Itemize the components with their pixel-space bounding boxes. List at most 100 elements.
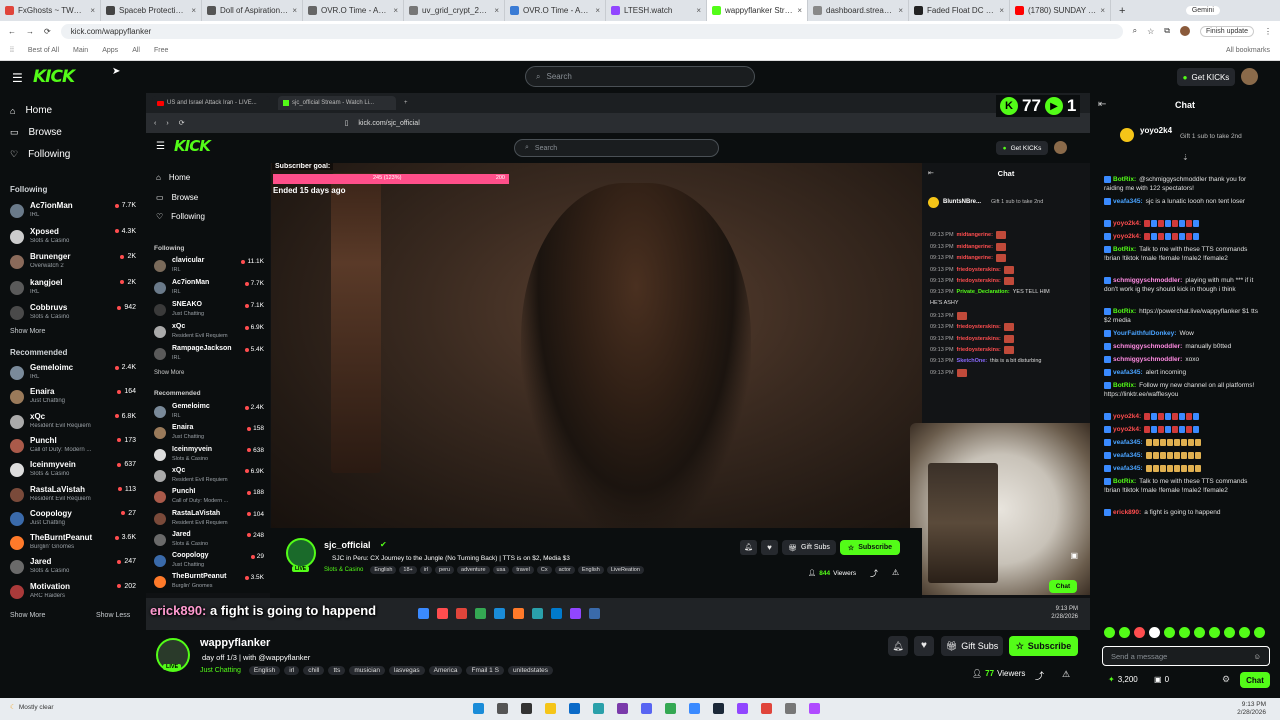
bookmark-item[interactable]: Best of All [28, 47, 59, 54]
bookmark-item[interactable]: Apps [102, 47, 118, 54]
following-channel-item[interactable]: Xposed Slots & Casino 4.3K [10, 227, 136, 249]
menu-icon[interactable]: ⋮ [1264, 27, 1272, 36]
tab-close-icon[interactable]: × [90, 6, 95, 15]
channel-tag[interactable]: lasvegas [388, 666, 425, 675]
recommended-channel-item[interactable]: Jared Slots & Casino 247 [10, 557, 136, 579]
chat-message-user[interactable]: BotRix: [1113, 176, 1136, 183]
chat-message-user[interactable]: veafa345: [1113, 465, 1143, 472]
chat-message-user[interactable]: erick890: [1113, 509, 1141, 516]
channel-tag[interactable]: America [428, 666, 463, 675]
profile-icon[interactable] [1179, 26, 1190, 36]
inner-following-channel-item[interactable]: SNEAKO Just Chatting 7.1K [154, 301, 264, 321]
browser-tab[interactable]: Doll of Aspiration Fu... × [202, 0, 303, 21]
tab-close-icon[interactable]: × [393, 6, 398, 15]
recommended-channel-item[interactable]: Enaira Just Chatting 164 [10, 387, 136, 409]
tab-close-icon[interactable]: × [999, 6, 1004, 15]
inner-recommended-channel-item[interactable]: RastaLaVistah Resident Evil Requiem 104 [154, 510, 264, 530]
reload-icon[interactable]: ⟳ [44, 27, 51, 36]
inner-following-channel-item[interactable]: RampageJackson IRL 5.4K [154, 345, 264, 365]
bookmark-item[interactable]: All [132, 47, 140, 54]
stream-video-player[interactable]: US and Israel Attack Iran - LIVE... sjc_… [146, 93, 1090, 630]
emote-6-icon[interactable] [1179, 627, 1190, 638]
get-kicks-button[interactable]: ● Get KICKs [1177, 68, 1235, 86]
chat-message-user[interactable]: schmiggyschmoddler: [1113, 277, 1182, 284]
zoom-icon[interactable]: ⌕ [1133, 26, 1137, 36]
new-tab-button[interactable]: + [1111, 5, 1133, 17]
following-channel-item[interactable]: Cobbruvs Slots & Casino 942 [10, 303, 136, 325]
emote-9-icon[interactable] [1224, 627, 1235, 638]
report-icon[interactable]: ⚠ [1062, 669, 1070, 680]
notification-bell-icon[interactable]: 🔔︎ [888, 636, 908, 656]
chat-message-user[interactable]: BotRix: [1113, 478, 1136, 485]
show-more-following[interactable]: Show More [10, 328, 45, 335]
chat-message-user[interactable]: YourFaithfulDonkey: [1113, 330, 1176, 337]
finish-update-button[interactable]: Finish update [1199, 25, 1254, 37]
browser-tab[interactable]: (1780) SUNDAY CH... × [1010, 0, 1111, 21]
channel-tag[interactable]: tts [328, 666, 346, 675]
browser-tab[interactable]: OVR.O Time - Aquarium... × [303, 0, 404, 21]
inner-recommended-channel-item[interactable]: xQc Resident Evil Requiem 6.9K [154, 467, 264, 487]
tab-close-icon[interactable]: × [494, 6, 499, 15]
recommended-channel-item[interactable]: RastaLaVistah Resident Evil Requiem 113 [10, 485, 136, 507]
bookmark-star-icon[interactable]: ☆ [1147, 27, 1154, 36]
emote-10-icon[interactable] [1239, 627, 1250, 638]
channel-tag[interactable]: musician [349, 666, 385, 675]
apps-icon[interactable]: ⁞⁞ [10, 47, 14, 54]
browser-tab[interactable]: FxGhosts ~ TWC L... × [0, 0, 101, 21]
recommended-channel-item[interactable]: xQc Resident Evil Requiem 6.8K [10, 412, 136, 434]
tab-close-icon[interactable]: × [898, 6, 903, 15]
chrome-icon[interactable] [665, 703, 676, 714]
tab-close-icon[interactable]: × [696, 6, 701, 15]
browser-tab[interactable]: uv_grid_crypt_2DEE3...× [404, 0, 505, 21]
emote-3-icon[interactable] [1134, 627, 1145, 638]
chat-message-user[interactable]: veafa345: [1113, 439, 1143, 446]
subscribe-button[interactable]: ☆ Subscribe [1009, 636, 1078, 656]
app-purple-icon[interactable] [737, 703, 748, 714]
chat-send-button[interactable]: Chat [1240, 672, 1270, 688]
tab-close-icon[interactable]: × [292, 6, 297, 15]
inner-recommended-channel-item[interactable]: TheBurntPeanut Burglin' Gnomes 3.5K [154, 573, 264, 593]
tab-close-icon[interactable]: × [191, 6, 196, 15]
chat-message-user[interactable]: veafa345: [1113, 198, 1143, 205]
bookmark-item[interactable]: Main [73, 47, 88, 54]
recommended-channel-item[interactable]: Gemeloimc IRL 2.4K [10, 363, 136, 385]
channel-tag[interactable]: irl [284, 666, 300, 675]
hamburger-menu-icon[interactable]: ☰ [12, 71, 23, 85]
emote-11-icon[interactable] [1254, 627, 1265, 638]
chat-settings-icon[interactable]: ⚙ [1222, 674, 1230, 685]
follow-heart-icon[interactable]: ♥ [914, 636, 934, 656]
emote-8-icon[interactable] [1209, 627, 1220, 638]
channel-tag[interactable]: English [248, 666, 281, 675]
recommended-channel-item[interactable]: Motivation ARC Raiders 202 [10, 582, 136, 604]
channel-tag[interactable]: chill [303, 666, 325, 675]
chat-message-user[interactable]: yoyo2k4: [1113, 220, 1141, 227]
browser-tab[interactable]: wappyflanker Stream × [707, 0, 808, 21]
all-bookmarks-button[interactable]: All bookmarks [1226, 47, 1270, 54]
calculator-icon[interactable] [689, 703, 700, 714]
store-icon[interactable] [569, 703, 580, 714]
inner-recommended-channel-item[interactable]: Iceinmyvein Slots & Casino 638 [154, 446, 264, 466]
inner-recommended-channel-item[interactable]: Jared Slots & Casino 248 [154, 531, 264, 551]
emoji-icon[interactable]: ☺ [1253, 652, 1261, 661]
channel-name[interactable]: wappyflanker [200, 637, 270, 649]
terminal-icon[interactable] [521, 703, 532, 714]
chat-message-user[interactable]: yoyo2k4: [1113, 426, 1141, 433]
tab-close-icon[interactable]: × [797, 6, 802, 15]
forward-icon[interactable]: → [26, 27, 34, 36]
chat-count[interactable]: ▣ 0 [1154, 675, 1169, 684]
channel-tag[interactable]: Fmail 1 S [466, 666, 504, 675]
browser-tab[interactable]: LTESH.watch × [606, 0, 707, 21]
chat-message-user[interactable]: schmiggyschmoddler: [1113, 356, 1182, 363]
kick-logo[interactable]: KICK [33, 67, 75, 87]
nav-browse[interactable]: ▭ Browse [10, 127, 62, 138]
recommended-channel-item[interactable]: Coopology Just Chatting 27 [10, 509, 136, 531]
browser-tab[interactable]: Spaceb Protection Quiz ~ × [101, 0, 202, 21]
recommended-channel-item[interactable]: PunchI Call of Duty: Modern ... 173 [10, 436, 136, 458]
emote-2-icon[interactable] [1119, 627, 1130, 638]
extensions-icon[interactable]: ⧉ [1164, 26, 1170, 36]
search-input[interactable]: ⌕ Search [525, 66, 755, 87]
discord-icon[interactable] [641, 703, 652, 714]
nav-following[interactable]: ♡ Following [10, 149, 70, 160]
chat-message-user[interactable]: BotRix: [1113, 382, 1136, 389]
tab-close-icon[interactable]: × [595, 6, 600, 15]
